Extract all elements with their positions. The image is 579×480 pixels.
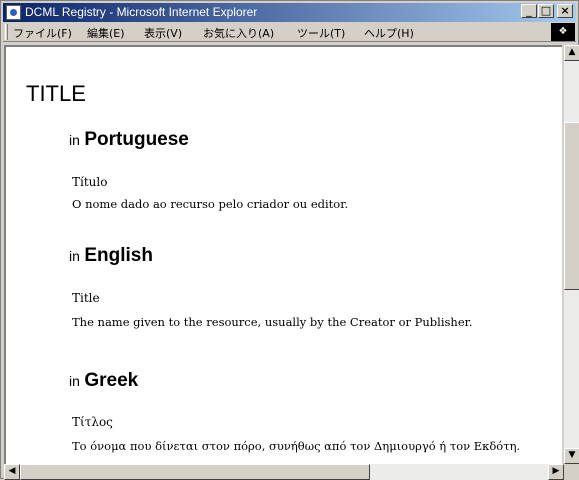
in-label: in	[69, 248, 80, 264]
menu-favorites[interactable]: お気に入り(A)	[203, 25, 274, 41]
page-title: TITLE	[26, 81, 86, 106]
scroll-left-button[interactable]: ◀	[4, 464, 20, 480]
section-heading-greek: in Greek	[69, 370, 138, 392]
menu-help[interactable]: ヘルプ(H)	[364, 25, 414, 41]
language-name: Greek	[84, 370, 139, 391]
ie-logo-icon: ❖	[551, 23, 575, 41]
section-heading-portuguese: in Portuguese	[69, 129, 189, 151]
minimize-button[interactable]: _	[521, 4, 537, 18]
language-name: Portuguese	[84, 129, 189, 150]
scrollbar-corner	[564, 464, 579, 480]
scroll-up-button[interactable]: ▲	[564, 45, 579, 61]
browser-window: DCML Registry - Microsoft Internet Explo…	[0, 0, 579, 480]
menu-edit[interactable]: 編集(E)	[87, 25, 125, 41]
definition-greek: Το όνομα που δίνεται στον πόρο, συνήθως …	[72, 439, 521, 453]
title-bar[interactable]: DCML Registry - Microsoft Internet Explo…	[3, 3, 576, 22]
scroll-right-button[interactable]: ▶	[548, 464, 564, 480]
horizontal-scrollbar[interactable]: ◀ ▶	[4, 464, 564, 480]
scroll-down-button[interactable]: ▼	[564, 448, 579, 464]
menu-bar: ファイル(F) 編集(E) 表示(V) お気に入り(A) ツール(T) ヘルプ(…	[3, 22, 576, 42]
term-portuguese: Título	[72, 175, 108, 189]
close-button[interactable]: ×	[557, 4, 573, 18]
window-title: DCML Registry - Microsoft Internet Explo…	[25, 5, 258, 19]
menu-view[interactable]: 表示(V)	[144, 25, 182, 41]
menu-file[interactable]: ファイル(F)	[13, 25, 72, 41]
horizontal-scroll-thumb[interactable]	[20, 464, 370, 480]
menu-grip[interactable]	[5, 24, 8, 40]
section-heading-english: in English	[69, 245, 153, 267]
term-greek: Τίτλος	[72, 415, 113, 429]
definition-portuguese: O nome dado ao recurso pelo criador ou e…	[72, 197, 349, 211]
page-content: TITLE in Portuguese Título O nome dado a…	[4, 45, 562, 464]
definition-english: The name given to the resource, usually …	[72, 315, 473, 329]
vertical-scroll-thumb[interactable]	[564, 122, 579, 290]
maximize-button[interactable]: □	[538, 4, 554, 18]
vertical-scrollbar[interactable]: ▲ ▼	[564, 45, 579, 464]
ie-page-icon	[6, 5, 21, 20]
term-english: Title	[72, 291, 100, 305]
menu-tools[interactable]: ツール(T)	[297, 25, 345, 41]
language-name: English	[84, 245, 153, 266]
in-label: in	[69, 132, 80, 148]
in-label: in	[69, 373, 80, 389]
